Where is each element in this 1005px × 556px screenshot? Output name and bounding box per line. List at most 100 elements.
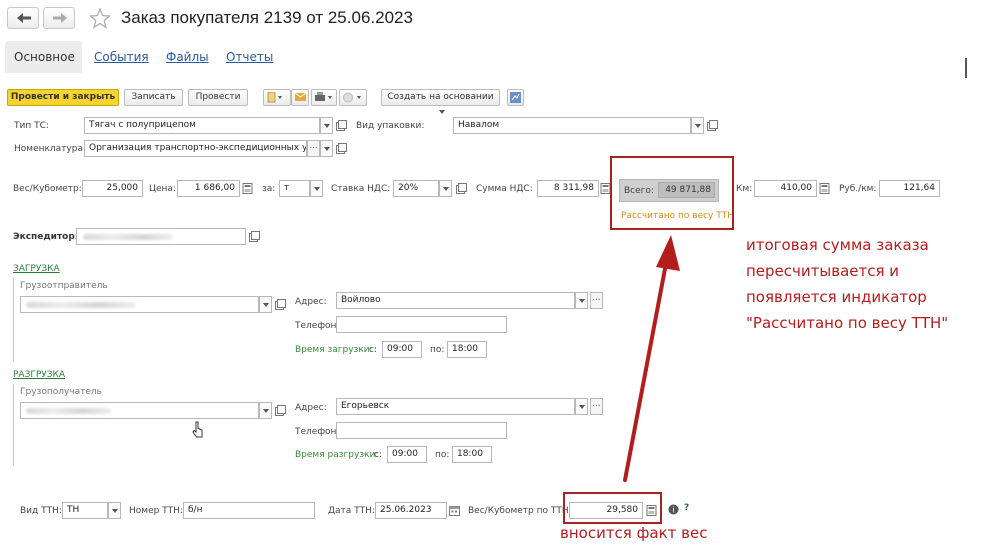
loading-to-label: по: — [430, 345, 445, 355]
unloading-address-dropdown[interactable] — [575, 398, 588, 415]
unloading-address-label: Адрес: — [295, 403, 327, 413]
report-icon — [510, 92, 521, 103]
tab-events[interactable]: События — [94, 50, 149, 64]
unloading-to-field[interactable]: 18:00 — [452, 446, 492, 463]
open-icon[interactable] — [336, 120, 347, 131]
open-icon[interactable] — [456, 183, 467, 194]
unloading-time-label: Время разгрузки: — [295, 450, 379, 460]
loading-to-field[interactable]: 18:00 — [447, 341, 487, 358]
redacted-text — [26, 408, 111, 414]
unloading-to-label: по: — [435, 450, 450, 460]
open-icon[interactable] — [275, 299, 286, 310]
calculator-icon[interactable] — [819, 183, 830, 194]
loading-time-label: Время загрузки: — [295, 345, 373, 355]
save-button[interactable]: Записать — [124, 89, 183, 106]
vehicle-type-dropdown[interactable] — [320, 117, 333, 134]
vehicle-type-label: Тип ТС: — [14, 121, 49, 131]
unloading-from-field[interactable]: 09:00 — [387, 446, 427, 463]
post-and-close-button[interactable]: Провести и закрыть — [7, 89, 119, 106]
ttn-type-dropdown[interactable] — [108, 502, 121, 519]
vat-rate-dropdown[interactable] — [439, 180, 452, 197]
per-dropdown[interactable] — [310, 180, 323, 197]
loading-address-field[interactable]: Войлово — [336, 292, 575, 309]
unloading-address-field[interactable]: Егорьевск — [336, 398, 575, 415]
open-icon[interactable] — [707, 120, 718, 131]
attach-menu-button[interactable] — [263, 89, 291, 106]
calendar-icon[interactable] — [449, 505, 460, 516]
email-button[interactable] — [291, 89, 309, 106]
loading-phone-field[interactable] — [336, 316, 507, 333]
ttn-number-field[interactable]: б/н — [183, 502, 315, 519]
nomenclature-field[interactable]: Организация транспортно-экспедиционных у… — [84, 140, 307, 157]
price-field[interactable]: 1 686,00 — [177, 180, 240, 197]
weight-field[interactable]: 25,000 — [82, 180, 143, 197]
printer-icon — [315, 92, 332, 101]
vat-rate-label: Ставка НДС: — [331, 184, 391, 194]
package-type-field[interactable]: Навалом — [453, 117, 691, 134]
tab-main-label: Основное — [14, 50, 75, 64]
km-field[interactable]: 410,00 — [754, 180, 817, 197]
consignee-label: Грузополучатель — [20, 387, 102, 397]
create-based-on-label: Создать на основании — [387, 92, 494, 102]
weight-label: Вес/Кубометр: — [13, 184, 82, 194]
open-icon[interactable] — [249, 231, 260, 242]
back-button[interactable] — [7, 7, 39, 29]
annotation-bottom: вносится факт вес — [560, 524, 708, 542]
loading-from-field[interactable]: 09:00 — [382, 341, 422, 358]
ttn-number-label: Номер ТТН: — [129, 506, 183, 516]
report-button[interactable] — [507, 89, 524, 106]
star-icon[interactable] — [89, 8, 111, 29]
document-icon — [267, 92, 282, 103]
shipper-dropdown[interactable] — [259, 296, 272, 313]
shipper-label: Грузоотправитель — [20, 281, 108, 291]
vat-sum-field[interactable]: 8 311,98 — [537, 180, 599, 197]
consignee-field[interactable] — [20, 402, 259, 419]
loading-address-dropdown[interactable] — [575, 292, 588, 309]
open-icon[interactable] — [336, 143, 347, 154]
structure-menu-button[interactable] — [339, 89, 367, 106]
package-type-label: Вид упаковки: — [356, 121, 425, 131]
info-icon[interactable]: i — [668, 504, 679, 515]
per-field[interactable]: т — [279, 180, 310, 197]
window-title: Заказ покупателя 2139 от 25.06.2023 — [121, 8, 413, 27]
forwarder-field[interactable] — [76, 228, 246, 245]
redacted-text — [83, 234, 173, 240]
ttn-weight-label: Вес/Кубометр по ТТН: — [468, 506, 572, 516]
loading-section-title[interactable]: ЗАГРУЗКА — [13, 264, 60, 274]
annotation-line-4: "Рассчитано по весу ТТН" — [746, 314, 949, 332]
circle-icon — [343, 92, 361, 103]
ttn-type-field[interactable]: ТН — [62, 502, 108, 519]
nomenclature-dropdown[interactable] — [320, 140, 333, 157]
envelope-icon — [295, 93, 307, 101]
rub-km-field[interactable]: 121,64 — [879, 180, 940, 197]
ttn-type-label: Вид ТТН: — [20, 506, 62, 516]
create-based-on-button[interactable]: Создать на основании — [381, 89, 500, 114]
vehicle-type-field[interactable]: Тягач с полуприцепом — [84, 117, 320, 134]
annotation-line-1: итоговая сумма заказа — [746, 236, 929, 254]
per-label: за: — [262, 184, 276, 194]
print-menu-button[interactable] — [311, 89, 337, 106]
tab-files[interactable]: Файлы — [166, 50, 209, 64]
tab-reports[interactable]: Отчеты — [226, 50, 273, 64]
unloading-phone-field[interactable] — [336, 422, 507, 439]
package-type-dropdown[interactable] — [691, 117, 704, 134]
ttn-date-label: Дата ТТН: — [328, 506, 375, 516]
consignee-dropdown[interactable] — [259, 402, 272, 419]
open-icon[interactable] — [275, 405, 286, 416]
nomenclature-label: Номенклатура: — [14, 144, 87, 154]
calculator-icon[interactable] — [242, 183, 253, 194]
nomenclature-select-button[interactable]: ... — [307, 140, 320, 157]
tab-main[interactable]: Основное — [5, 41, 82, 73]
post-button[interactable]: Провести — [188, 89, 248, 106]
unloading-section-border — [13, 384, 14, 466]
loading-address-label: Адрес: — [295, 297, 327, 307]
shipper-field[interactable] — [20, 296, 259, 313]
arrow-right-icon — [53, 13, 67, 23]
unloading-section-title[interactable]: РАЗГРУЗКА — [13, 370, 65, 380]
forward-button[interactable] — [43, 7, 75, 29]
ttn-date-field[interactable]: 25.06.2023 — [375, 502, 447, 519]
annotation-line-2: пересчитывается и — [746, 262, 900, 280]
help-link[interactable]: ? — [684, 503, 689, 513]
vat-rate-field[interactable]: 20% — [393, 180, 439, 197]
arrow-left-icon — [17, 13, 31, 23]
